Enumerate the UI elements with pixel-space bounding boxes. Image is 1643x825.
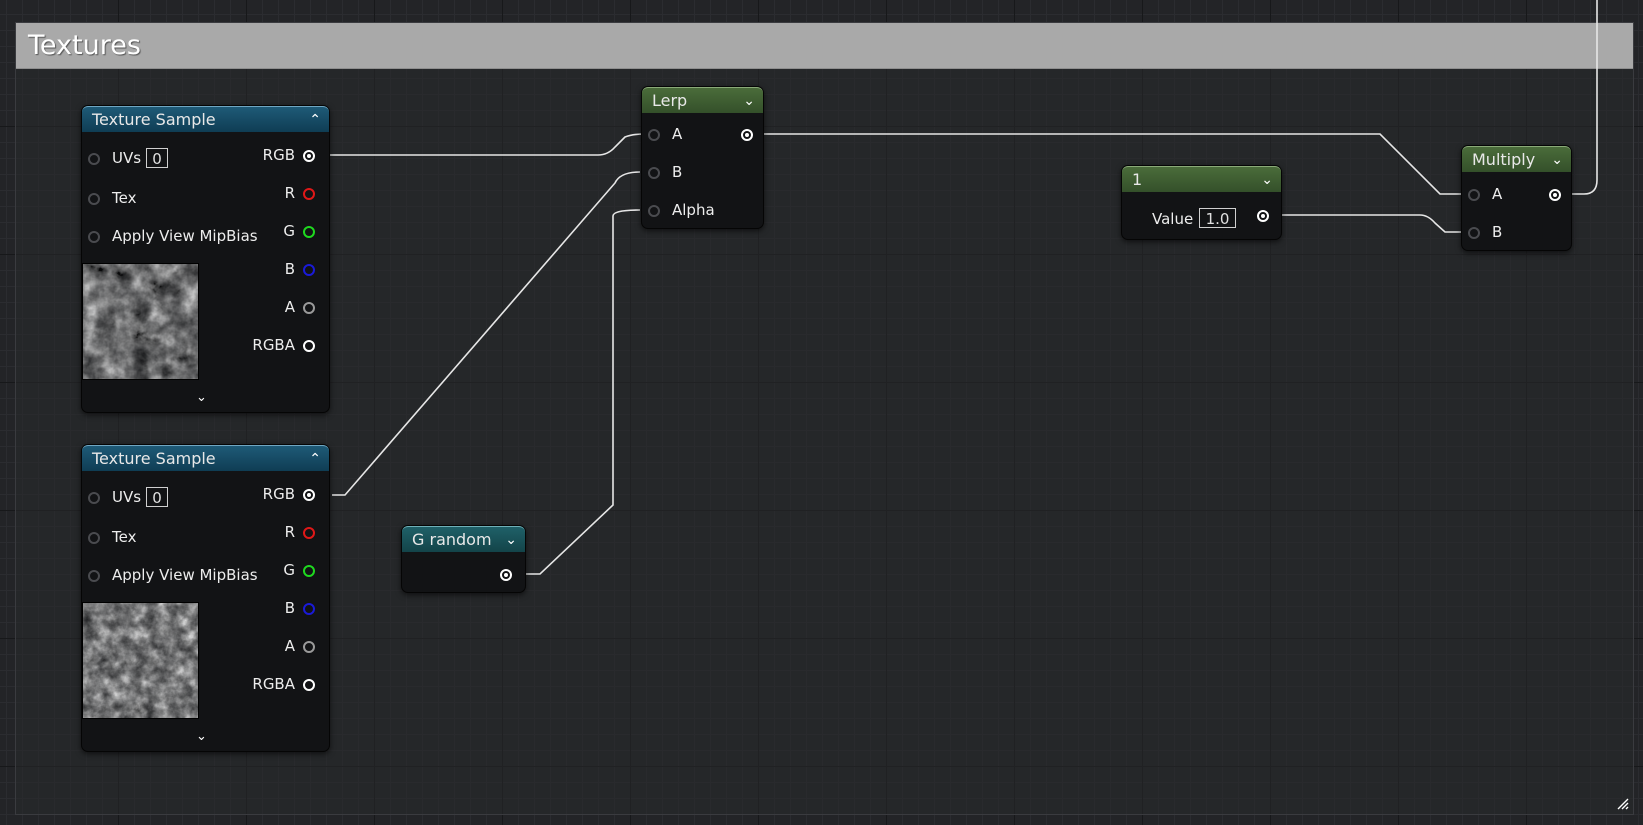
b-output-label: B: [284, 260, 295, 278]
rgb-output-pin[interactable]: [303, 150, 315, 162]
mipbias-label: Apply View MipBias: [112, 227, 258, 245]
b-output-pin[interactable]: [303, 603, 315, 615]
r-output-pin[interactable]: [303, 188, 315, 200]
a-output-pin[interactable]: [303, 302, 315, 314]
b-output-pin[interactable]: [303, 264, 315, 276]
tex-input-pin[interactable]: [88, 532, 100, 544]
g-output-pin[interactable]: [303, 565, 315, 577]
uvs-input-pin[interactable]: [88, 153, 100, 165]
multiply-node[interactable]: Multiply ⌄ A B: [1461, 145, 1572, 251]
uvs-input-pin[interactable]: [88, 492, 100, 504]
uvs-value-field[interactable]: 0: [146, 148, 168, 168]
tex-label: Tex: [112, 189, 137, 207]
g-random-node[interactable]: G random ⌄: [401, 525, 526, 593]
multiply-a-input-pin[interactable]: [1468, 189, 1480, 201]
rgb-output-label: RGB: [262, 146, 295, 164]
lerp-alpha-input-pin[interactable]: [648, 205, 660, 217]
node-title: Multiply: [1472, 150, 1536, 169]
g-random-output-pin[interactable]: [500, 569, 512, 581]
a-output-pin[interactable]: [303, 641, 315, 653]
comment-title: Textures: [28, 30, 141, 61]
g-output-label: G: [283, 561, 295, 579]
tex-label: Tex: [112, 528, 137, 546]
chevron-up-icon[interactable]: ⌃: [309, 107, 321, 133]
texture-sample-node-2[interactable]: Texture Sample ⌃ UVs 0 Tex Apply View Mi…: [81, 444, 330, 752]
node-title: Texture Sample: [92, 449, 216, 468]
value-field[interactable]: 1.0: [1199, 208, 1236, 228]
node-title: 1: [1132, 170, 1143, 189]
node-header[interactable]: G random ⌄: [402, 526, 525, 552]
node-header[interactable]: Texture Sample ⌃: [82, 106, 329, 132]
rgba-output-pin[interactable]: [303, 340, 315, 352]
lerp-b-label: B: [672, 163, 683, 181]
lerp-a-label: A: [672, 125, 683, 143]
expand-chevron-down-icon[interactable]: ⌄: [196, 390, 207, 405]
rgb-output-pin[interactable]: [303, 489, 315, 501]
uvs-value-field[interactable]: 0: [146, 487, 168, 507]
chevron-down-icon[interactable]: ⌄: [505, 527, 517, 553]
multiply-b-input-pin[interactable]: [1468, 227, 1480, 239]
mipbias-label: Apply View MipBias: [112, 566, 258, 584]
uvs-label: UVs: [112, 149, 142, 167]
node-title: Texture Sample: [92, 110, 216, 129]
tex-input-pin[interactable]: [88, 193, 100, 205]
a-output-label: A: [284, 637, 295, 655]
rgba-output-label: RGBA: [252, 675, 295, 693]
r-output-label: R: [284, 184, 295, 202]
chevron-up-icon[interactable]: ⌃: [309, 446, 321, 472]
node-header[interactable]: Texture Sample ⌃: [82, 445, 329, 471]
g-output-label: G: [283, 222, 295, 240]
texture-preview-thumbnail: [82, 602, 199, 719]
chevron-down-icon[interactable]: ⌄: [743, 88, 755, 114]
b-output-label: B: [284, 599, 295, 617]
constant-output-pin[interactable]: [1257, 210, 1269, 222]
value-label: Value: [1152, 210, 1194, 228]
multiply-a-label: A: [1492, 185, 1503, 203]
uvs-label: UVs: [112, 488, 142, 506]
rgb-output-label: RGB: [262, 485, 295, 503]
r-output-label: R: [284, 523, 295, 541]
node-header[interactable]: Lerp ⌄: [642, 87, 763, 113]
multiply-output-pin[interactable]: [1549, 189, 1561, 201]
chevron-down-icon[interactable]: ⌄: [1551, 147, 1563, 173]
node-title: G random: [412, 530, 492, 549]
rgba-output-label: RGBA: [252, 336, 295, 354]
lerp-output-pin[interactable]: [741, 129, 753, 141]
resize-grip-icon[interactable]: [1615, 796, 1629, 810]
comment-header[interactable]: Textures: [16, 23, 1633, 69]
mipbias-input-pin[interactable]: [88, 570, 100, 582]
lerp-alpha-label: Alpha: [672, 201, 715, 219]
expand-chevron-down-icon[interactable]: ⌄: [196, 729, 207, 744]
node-title: Lerp: [652, 91, 688, 110]
mipbias-input-pin[interactable]: [88, 231, 100, 243]
lerp-a-input-pin[interactable]: [648, 129, 660, 141]
lerp-node[interactable]: Lerp ⌄ A B Alpha: [641, 86, 764, 229]
constant-node[interactable]: 1 ⌄ Value 1.0: [1121, 165, 1282, 240]
node-header[interactable]: 1 ⌄: [1122, 166, 1281, 192]
g-output-pin[interactable]: [303, 226, 315, 238]
multiply-b-label: B: [1492, 223, 1503, 241]
r-output-pin[interactable]: [303, 527, 315, 539]
node-header[interactable]: Multiply ⌄: [1462, 146, 1571, 172]
lerp-b-input-pin[interactable]: [648, 167, 660, 179]
texture-preview-thumbnail: [82, 263, 199, 380]
chevron-down-icon[interactable]: ⌄: [1261, 167, 1273, 193]
rgba-output-pin[interactable]: [303, 679, 315, 691]
texture-sample-node-1[interactable]: Texture Sample ⌃ UVs 0 Tex Apply View Mi…: [81, 105, 330, 413]
a-output-label: A: [284, 298, 295, 316]
